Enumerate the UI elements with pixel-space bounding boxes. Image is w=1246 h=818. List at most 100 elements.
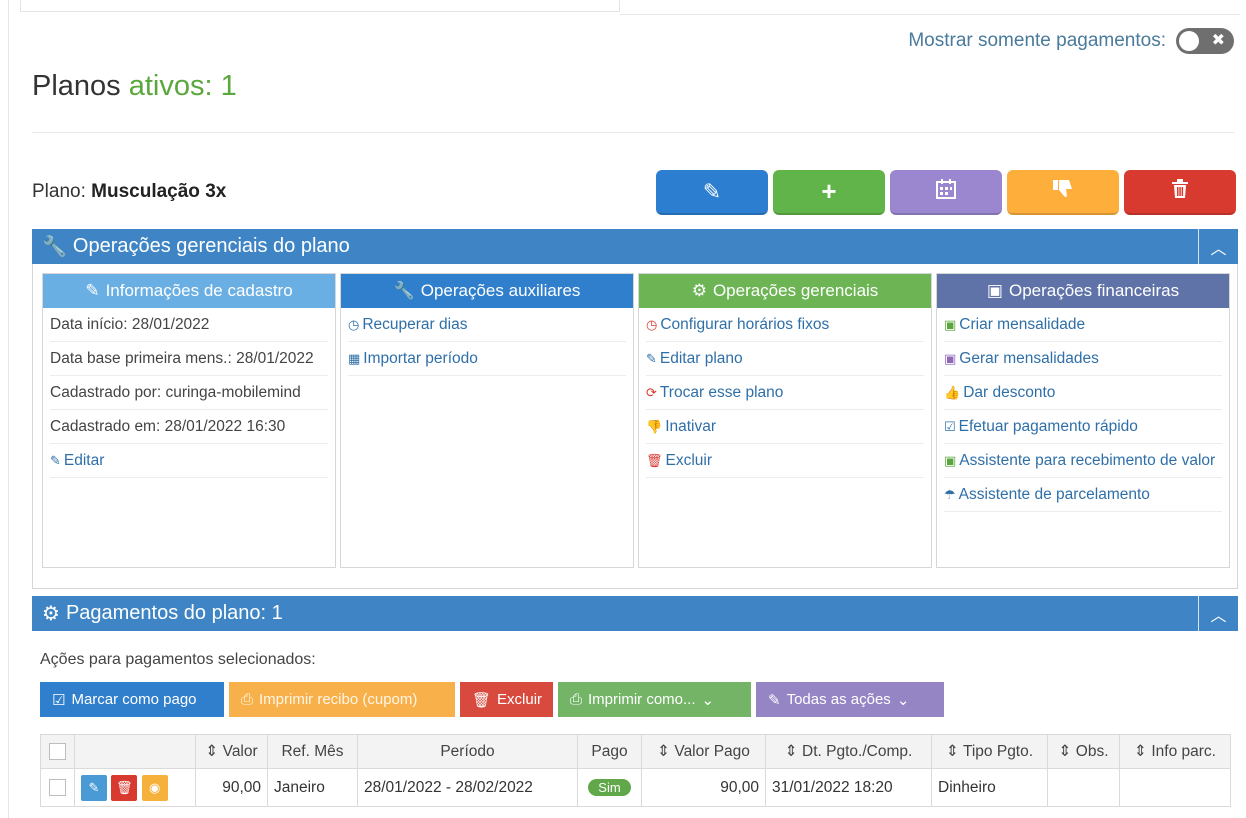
col-obs[interactable]: ⇕ Obs.	[1047, 734, 1120, 769]
trash-icon: 🗑	[646, 453, 663, 468]
col-dt-pgto[interactable]: ⇕ Dt. Pgto./Comp.	[765, 734, 932, 769]
select-all-checkbox[interactable]	[49, 742, 66, 760]
row-view-button[interactable]: ◉	[141, 774, 168, 801]
cell-tipo-pgto: Dinheiro	[931, 768, 1048, 807]
registered-by: Cadastrado por: curinga-mobilemind	[50, 376, 328, 410]
chevron-down-icon: ⌄	[701, 691, 715, 709]
plan-name-row: Plano: Musculação 3x	[32, 181, 226, 203]
cell-info-parc	[1119, 768, 1231, 807]
receive-value-assistant-link[interactable]: ▣ Assistente para recebimento de valor	[944, 444, 1222, 478]
create-monthly-fee-link[interactable]: ▣ Criar mensalidade	[944, 308, 1222, 342]
ops-panel-collapse-button[interactable]: ︿	[1198, 229, 1238, 264]
configure-fixed-schedule-link[interactable]: ◷ Configurar horários fixos	[646, 308, 924, 342]
wrench-icon: 🔧	[393, 281, 415, 300]
delete-button[interactable]	[1124, 170, 1236, 215]
toggle-label: Mostrar somente pagamentos:	[908, 30, 1166, 51]
calendar-button[interactable]	[890, 170, 1002, 215]
payments-only-toggle[interactable]: ✖	[1176, 28, 1234, 54]
check-square-icon: ☑	[944, 419, 956, 434]
start-date: Data início: 28/01/2022	[50, 308, 328, 342]
cadastro-column-header: ✎ Informações de cadastro	[43, 274, 335, 308]
change-plan-label: Trocar esse plano	[659, 384, 784, 401]
row-actions-cell: ✎ 🗑 ◉	[74, 768, 196, 807]
first-billing-base-date: Data base primeira mens.: 28/01/2022	[50, 342, 328, 376]
edit-icon: ✎	[768, 691, 781, 709]
bulk-actions: ☑ Marcar como pago ⎙ Imprimir recibo (cupo…	[40, 682, 944, 717]
money-icon: ▣	[944, 351, 957, 366]
bulk-delete-button[interactable]: 🗑 Excluir	[460, 682, 553, 717]
chevron-up-icon: ︿	[1210, 240, 1227, 258]
col-valor-pago[interactable]: ⇕ Valor Pago	[641, 734, 766, 769]
all-actions-dropdown[interactable]: ✎ Todas as ações ⌄	[756, 682, 944, 717]
quick-payment-link[interactable]: ☑ Efetuar pagamento rápido	[944, 410, 1222, 444]
auxiliares-column: 🔧 Operações auxiliares ◷ Recuperar dias ▦…	[340, 273, 634, 568]
row-delete-button[interactable]: 🗑	[111, 774, 138, 801]
cell-valor-pago: 90,00	[641, 768, 766, 807]
financeiras-column: ▣ Operações financeiras ▣ Criar mensalida…	[936, 273, 1230, 568]
sort-icon: ⇕	[657, 743, 671, 760]
col-info-parc[interactable]: ⇕ Info parc.	[1119, 734, 1231, 769]
table-header-row: ⇕ Valor Ref. Mês Período Pago ⇕ Valor Pa…	[40, 734, 1231, 769]
create-monthly-fee-label: Criar mensalidade	[959, 316, 1086, 333]
title-prefix: Planos	[32, 70, 121, 102]
col-tipo-pgto[interactable]: ⇕ Tipo Pgto.	[931, 734, 1048, 769]
print-receipt-button[interactable]: ⎙ Imprimir recibo (cupom)	[229, 682, 455, 717]
mark-paid-button[interactable]: ☑ Marcar como pago	[40, 682, 224, 717]
edit-link-label: Editar	[63, 452, 105, 469]
deactivate-link[interactable]: 👎 Inativar	[646, 410, 924, 444]
row-actions-header	[74, 734, 196, 769]
money-icon: ▣	[986, 281, 1003, 300]
installment-assistant-link[interactable]: ☂ Assistente de parcelamento	[944, 478, 1222, 512]
eye-icon: ◉	[148, 779, 161, 795]
calendar-icon	[935, 178, 957, 206]
receive-value-assistant-label: Assistente para recebimento de valor	[959, 452, 1216, 469]
generate-monthly-fees-link[interactable]: ▣ Gerar mensalidades	[944, 342, 1222, 376]
trash-icon: 🗑	[472, 691, 492, 709]
edit-plan-link[interactable]: ✎ Editar plano	[646, 342, 924, 376]
valor-header-label: Valor	[222, 743, 258, 760]
ops-columns: ✎ Informações de cadastro Data início: 2…	[42, 273, 1230, 568]
mark-paid-label: Marcar como pago	[71, 691, 197, 708]
cell-valor: 90,00	[195, 768, 268, 807]
times-icon: ✖	[1211, 32, 1225, 49]
payments-panel-collapse-button[interactable]: ︿	[1198, 596, 1238, 631]
change-plan-link[interactable]: ⟳ Trocar esse plano	[646, 376, 924, 410]
chevron-down-icon: ⌄	[896, 691, 910, 709]
thumbs-up-icon: 👍	[944, 385, 961, 400]
row-edit-button[interactable]: ✎	[81, 774, 107, 801]
row-checkbox[interactable]	[49, 778, 66, 796]
payments-table: ⇕ Valor Ref. Mês Período Pago ⇕ Valor Pa…	[40, 734, 1231, 807]
installment-assistant-label: Assistente de parcelamento	[958, 486, 1150, 503]
deactivate-button[interactable]	[1007, 170, 1119, 215]
edit-plan-label: Editar plano	[659, 350, 743, 367]
col-valor[interactable]: ⇕ Valor	[195, 734, 268, 769]
clock-icon: ◷	[646, 317, 658, 332]
recover-days-link[interactable]: ◷ Recuperar dias	[348, 308, 626, 342]
payments-panel-header: ⚙ Pagamentos do plano: 1 ︿	[32, 596, 1238, 631]
payments-only-toggle-row: Mostrar somente pagamentos: ✖	[908, 28, 1234, 54]
give-discount-label: Dar desconto	[963, 384, 1056, 401]
print-as-label: Imprimir como...	[588, 691, 696, 708]
give-discount-link[interactable]: 👍 Dar desconto	[944, 376, 1222, 410]
left-border	[8, 0, 9, 818]
pencil-icon: ✎	[646, 351, 657, 366]
divider	[32, 132, 1234, 133]
gerenciais-column-title: Operações gerenciais	[712, 281, 879, 300]
print-as-dropdown[interactable]: ⎙ Imprimir como... ⌄	[558, 682, 751, 717]
cell-obs	[1047, 768, 1120, 807]
gerenciais-column: ⚙ Operações gerenciais ◷ Configurar horár…	[638, 273, 932, 568]
edit-plan-button[interactable]: ✎	[656, 170, 768, 215]
col-periodo: Período	[357, 734, 578, 769]
edit-registration-link[interactable]: ✎ Editar	[50, 444, 328, 478]
sort-icon: ⇕	[784, 743, 798, 760]
add-plan-button[interactable]: +	[773, 170, 885, 215]
import-period-link[interactable]: ▦ Importar período	[348, 342, 626, 376]
cell-pago: Sim	[577, 768, 642, 807]
delete-link[interactable]: 🗑 Excluir	[646, 444, 924, 478]
pencil-icon: ✎	[50, 453, 61, 468]
pencil-icon: ✎	[702, 178, 722, 204]
refresh-icon: ⟳	[646, 385, 657, 400]
auxiliares-column-header: 🔧 Operações auxiliares	[341, 274, 633, 308]
check-square-icon: ☑	[52, 691, 66, 709]
dt-pgto-header-label: Dt. Pgto./Comp.	[802, 743, 913, 760]
